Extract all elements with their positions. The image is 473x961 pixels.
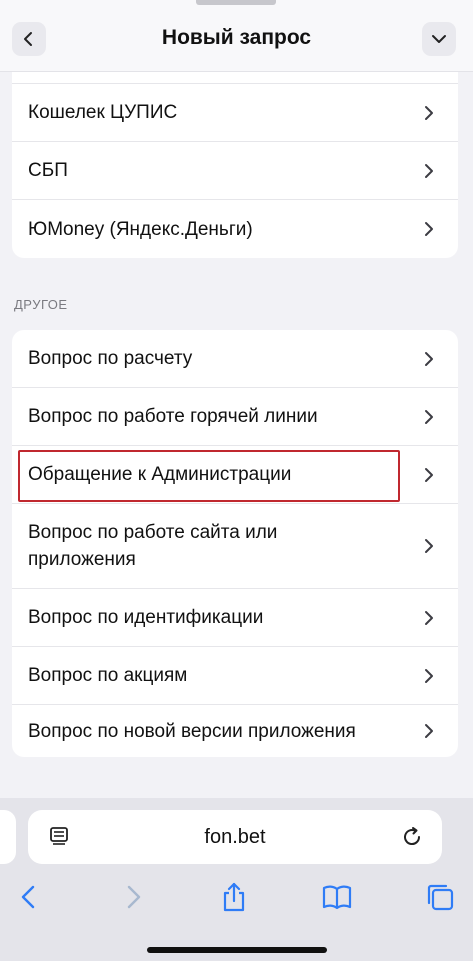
- list-item-yumoney[interactable]: ЮMoney (Яндекс.Деньги): [12, 200, 458, 258]
- chevron-right-icon: [425, 539, 433, 553]
- home-indicator[interactable]: [147, 947, 327, 953]
- bookmarks-icon[interactable]: [322, 882, 352, 912]
- chevron-right-icon: [425, 105, 433, 120]
- chevron-right-icon: [425, 610, 433, 625]
- list-item-administration[interactable]: Обращение к Администрации: [12, 446, 458, 504]
- chevron-right-icon: [425, 222, 433, 236]
- list-item-label: Вопрос по работе горячей линии: [28, 406, 318, 427]
- previous-tab-peek[interactable]: [0, 810, 16, 864]
- list-item-hotline[interactable]: Вопрос по работе горячей линии: [12, 388, 458, 446]
- list-item-sbp[interactable]: СБП: [12, 142, 458, 200]
- payment-methods-list: Кошелек ЦУПИС СБП ЮMoney (Яндекс.Деньги): [12, 72, 458, 258]
- list-item-label: Вопрос по акциям: [28, 665, 188, 686]
- list-item-label: Обращение к Администрации: [28, 464, 292, 485]
- list-item-label: Вопрос по работе сайта или приложения: [28, 522, 278, 570]
- list-item-label: ЮMoney (Яндекс.Деньги): [28, 218, 253, 240]
- reload-icon[interactable]: [400, 825, 424, 849]
- list-item-partial: [12, 72, 458, 84]
- list-item-label: Вопрос по расчету: [28, 348, 193, 369]
- list-item-promotions[interactable]: Вопрос по акциям: [12, 647, 458, 705]
- list-item-label: Кошелек ЦУПИС: [28, 102, 178, 123]
- chevron-right-icon: [425, 724, 433, 738]
- forward-icon[interactable]: [118, 882, 148, 912]
- other-topics-list: Вопрос по расчету Вопрос по работе горяч…: [12, 330, 458, 757]
- list-item-identification[interactable]: Вопрос по идентификации: [12, 589, 458, 647]
- chevron-right-icon: [425, 163, 433, 178]
- page-title: Новый запрос: [161, 26, 312, 49]
- share-icon[interactable]: [219, 882, 249, 912]
- browser-toolbar: fon.bet: [0, 798, 473, 961]
- list-item-tsupis[interactable]: Кошелек ЦУПИС: [12, 84, 458, 142]
- list-item-label: СБП: [28, 160, 68, 181]
- list-item-new-version[interactable]: Вопрос по новой версии приложения: [12, 705, 458, 757]
- chevron-right-icon: [425, 409, 433, 424]
- list-item-site-app[interactable]: Вопрос по работе сайта или приложения: [12, 504, 458, 589]
- list-item-settlement[interactable]: Вопрос по расчету: [12, 330, 458, 388]
- chevron-right-icon: [425, 351, 433, 366]
- section-label-other: ДРУГОЕ: [14, 297, 68, 312]
- list-item-label: Вопрос по идентификации: [28, 607, 264, 628]
- chevron-right-icon: [425, 467, 433, 482]
- tabs-icon[interactable]: [425, 882, 455, 912]
- chevron-down-icon: [432, 35, 446, 43]
- back-icon[interactable]: [14, 882, 44, 912]
- sheet-grabber[interactable]: [196, 0, 276, 5]
- chevron-right-icon: [425, 668, 433, 683]
- collapse-button[interactable]: [422, 22, 456, 56]
- address-bar[interactable]: fon.bet: [28, 810, 442, 864]
- nav-header: Новый запрос: [0, 0, 473, 72]
- url-text: fon.bet: [204, 826, 266, 848]
- list-item-label: Вопрос по новой версии приложения: [28, 720, 356, 742]
